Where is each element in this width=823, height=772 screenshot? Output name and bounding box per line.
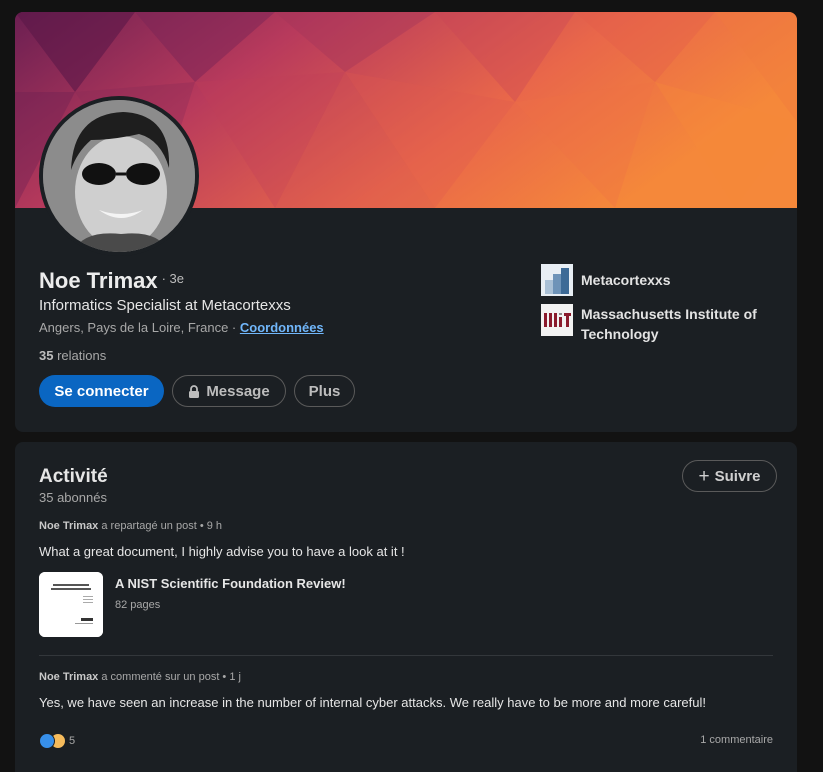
message-label: Message <box>206 382 270 400</box>
follow-label: Suivre <box>714 467 761 485</box>
relations-count[interactable]: 35 relations <box>39 348 106 363</box>
post-action: a commenté sur un post • 1 j <box>98 671 241 683</box>
like-reaction-icon <box>39 733 55 749</box>
metacortexxs-logo-icon <box>541 264 573 296</box>
post-author[interactable]: Noe Trimax <box>39 671 98 683</box>
profile-location: Angers, Pays de la Loire, France · <box>39 320 240 335</box>
document-pages: 82 pages <box>115 599 161 611</box>
contact-info-link[interactable]: Coordonnées <box>240 320 324 335</box>
activity-card: Activité 35 abonnés + Suivre Noe Trimax … <box>15 442 797 772</box>
lock-icon <box>188 384 200 398</box>
profile-name: Noe Trimax <box>39 268 158 293</box>
profile-headline: Informatics Specialist at Metacortexxs <box>39 297 291 314</box>
org-name: Metacortexxs <box>581 272 671 288</box>
org-name: Massachusetts Institute of Technology <box>581 306 757 342</box>
connect-button[interactable]: Se connecter <box>39 375 164 407</box>
activity-title: Activité <box>39 466 108 487</box>
profile-card: Noe Trimax · 3e Informatics Specialist a… <box>15 12 797 432</box>
reactions[interactable]: 5 <box>39 733 75 749</box>
org-mit[interactable]: Massachusetts Institute of Technology <box>541 304 771 344</box>
post-author[interactable]: Noe Trimax <box>39 520 98 532</box>
activity-followers: 35 abonnés <box>39 490 107 505</box>
reaction-count: 5 <box>69 735 76 747</box>
mit-logo-icon <box>541 304 573 336</box>
message-button[interactable]: Message <box>172 375 286 407</box>
connection-degree: · 3e <box>161 271 185 286</box>
plus-icon: + <box>698 465 710 487</box>
profile-name-row: Noe Trimax · 3e <box>39 268 184 294</box>
post-divider <box>39 655 773 656</box>
document-title[interactable]: A NIST Scientific Foundation Review! <box>115 576 346 591</box>
post-meta: Noe Trimax a repartagé un post • 9 h <box>39 520 222 532</box>
post-text[interactable]: Yes, we have seen an increase in the num… <box>39 695 706 710</box>
post-meta: Noe Trimax a commenté sur un post • 1 j <box>39 671 241 683</box>
relations-number: 35 <box>39 348 54 363</box>
post-action: a repartagé un post • 9 h <box>98 520 223 532</box>
org-metacortexxs[interactable]: Metacortexxs <box>541 264 771 296</box>
profile-location-row: Angers, Pays de la Loire, France · Coord… <box>39 320 324 335</box>
follow-button[interactable]: + Suivre <box>682 460 777 492</box>
relations-label: relations <box>53 348 107 363</box>
more-button[interactable]: Plus <box>294 375 355 407</box>
document-thumbnail[interactable] <box>39 572 103 637</box>
comments-count[interactable]: 1 commentaire <box>700 734 773 746</box>
profile-avatar[interactable] <box>39 96 199 256</box>
post-text[interactable]: What a great document, I highly advise y… <box>39 544 405 559</box>
